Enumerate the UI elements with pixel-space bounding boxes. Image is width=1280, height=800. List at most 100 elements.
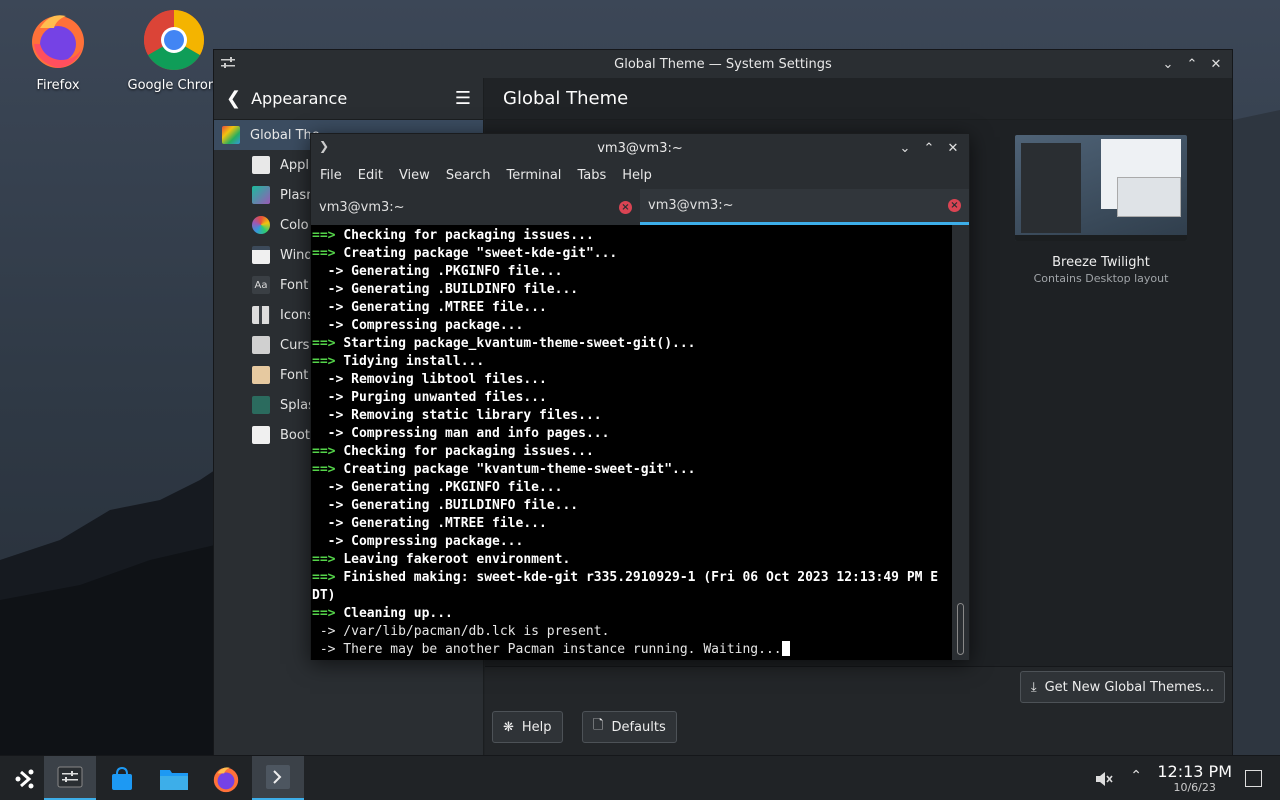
shopping-bag-icon xyxy=(112,766,132,790)
tab-label: vm3@vm3:~ xyxy=(319,199,405,215)
terminal-line: ==> Leaving fakeroot environment. xyxy=(312,552,571,567)
terminal-window: ❯ vm3@vm3:~ ⌄ ⌃ ✕ File Edit View Search … xyxy=(310,133,970,660)
page-title: Global Theme xyxy=(485,78,1232,120)
volume-muted-icon[interactable] xyxy=(1094,769,1114,789)
terminal-titlebar[interactable]: ❯ vm3@vm3:~ ⌄ ⌃ ✕ xyxy=(311,134,969,162)
terminal-app-icon: ❯ xyxy=(319,139,330,153)
help-label: Help xyxy=(521,719,552,735)
splash-screen-icon xyxy=(252,396,270,414)
taskbar-system-settings[interactable] xyxy=(44,756,96,800)
sidebar-item-label: Boot xyxy=(280,427,310,443)
terminal-tab-1[interactable]: vm3@vm3:~ × xyxy=(311,189,640,225)
minimize-button[interactable]: ⌄ xyxy=(1160,54,1176,74)
system-tray-expand-icon[interactable]: ⌃ xyxy=(1130,768,1142,784)
terminal-output[interactable]: ==> Checking for packaging issues... ==> … xyxy=(311,225,954,660)
terminal-line: DT) xyxy=(312,588,336,603)
terminal-line: -> Generating .BUILDINFO file... xyxy=(312,282,579,297)
settings-titlebar[interactable]: Global Theme — System Settings ⌄ ⌃ ✕ xyxy=(214,50,1232,78)
sidebar-item-label: Appl xyxy=(280,157,310,173)
terminal-window-title: vm3@vm3:~ xyxy=(597,140,683,156)
plasma-style-icon xyxy=(252,186,270,204)
terminal-line: ==> Starting package_kvantum-theme-sweet… xyxy=(312,336,696,351)
launcher-icon xyxy=(15,769,34,788)
terminal-line: ==> Checking for packaging issues... xyxy=(312,444,594,459)
desktop-icon-chrome[interactable]: Google Chrom xyxy=(124,8,224,93)
terminal-line: ==> Finished making: sweet-kde-git r335.… xyxy=(312,570,939,585)
sidebar-item-label: Font xyxy=(280,367,309,383)
terminal-line: -> Compressing package... xyxy=(312,318,524,333)
taskbar-terminal[interactable] xyxy=(252,756,304,800)
taskbar-file-manager[interactable] xyxy=(148,756,200,800)
terminal-line: -> Compressing man and info pages... xyxy=(312,426,610,441)
show-desktop-icon[interactable] xyxy=(1245,770,1262,787)
tab-label: vm3@vm3:~ xyxy=(648,198,734,213)
terminal-tab-2[interactable]: vm3@vm3:~ × xyxy=(640,189,969,225)
boot-splash-icon xyxy=(252,426,270,444)
folder-icon xyxy=(160,769,188,790)
terminal-line: -> Purging unwanted files... xyxy=(312,390,547,405)
menu-tabs[interactable]: Tabs xyxy=(577,168,614,183)
colors-icon xyxy=(252,216,270,234)
terminal-menubar: File Edit View Search Terminal Tabs Help xyxy=(311,162,969,189)
sidebar-item-label: Icons xyxy=(280,307,314,323)
defaults-label: Defaults xyxy=(611,719,666,735)
theme-subtitle: Contains Desktop layout xyxy=(1033,272,1169,285)
desktop-icon-label: Google Chrom xyxy=(127,78,221,93)
menu-terminal[interactable]: Terminal xyxy=(506,168,569,183)
terminal-line: -> Removing libtool files... xyxy=(312,372,547,387)
sidebar-item-label: Colo xyxy=(280,217,309,233)
tab-close-icon[interactable]: × xyxy=(948,199,961,212)
menu-view[interactable]: View xyxy=(399,168,438,183)
back-arrow-icon[interactable]: ❮ xyxy=(226,88,241,109)
terminal-line: ==> Tidying install... xyxy=(312,354,485,369)
close-button[interactable]: ✕ xyxy=(945,138,961,158)
defaults-button[interactable]: 🗋 Defaults xyxy=(582,711,677,743)
fonts-icon: Aa xyxy=(252,276,270,294)
sidebar-item-label: Wind xyxy=(280,247,313,263)
theme-card-breeze-twilight[interactable]: Breeze Twilight Contains Desktop layout xyxy=(1015,135,1187,285)
help-button[interactable]: ❋ Help xyxy=(492,711,563,743)
get-new-themes-button[interactable]: ⤓ Get New Global Themes... xyxy=(1019,671,1225,703)
hamburger-menu-icon[interactable]: ☰ xyxy=(455,88,471,109)
theme-preview-thumbnail xyxy=(1015,135,1187,241)
download-icon: ⤓ xyxy=(1030,679,1037,695)
menu-search[interactable]: Search xyxy=(446,168,499,183)
close-button[interactable]: ✕ xyxy=(1208,54,1224,74)
desktop-icon-firefox[interactable]: Firefox xyxy=(8,8,108,93)
terminal-line: ==> Checking for packaging issues... xyxy=(312,228,594,243)
sidebar-item-label: Font xyxy=(280,277,309,293)
terminal-line: -> Generating .PKGINFO file... xyxy=(312,480,563,495)
terminal-tab-bar: vm3@vm3:~ × vm3@vm3:~ × xyxy=(311,189,969,225)
maximize-button[interactable]: ⌃ xyxy=(1184,54,1200,74)
maximize-button[interactable]: ⌃ xyxy=(921,138,937,158)
taskbar: ⌃ 12:13 PM 10/6/23 xyxy=(0,755,1280,800)
terminal-line: ==> Creating package "sweet-kde-git"... xyxy=(312,246,618,261)
get-new-themes-label: Get New Global Themes... xyxy=(1044,679,1214,695)
menu-edit[interactable]: Edit xyxy=(358,168,391,183)
terminal-line: -> Compressing package... xyxy=(312,534,524,549)
firefox-icon xyxy=(32,15,84,68)
scrollbar-thumb[interactable] xyxy=(957,603,964,655)
chrome-icon xyxy=(143,9,205,71)
terminal-line: -> Removing static library files... xyxy=(312,408,602,423)
application-style-icon xyxy=(252,156,270,174)
theme-name: Breeze Twilight xyxy=(1052,255,1150,270)
digital-clock[interactable]: 12:13 PM 10/6/23 xyxy=(1157,762,1232,794)
settings-app-icon xyxy=(221,57,235,68)
window-decorations-icon xyxy=(252,246,270,264)
icons-icon xyxy=(252,306,270,324)
tab-close-icon[interactable]: × xyxy=(619,200,632,214)
terminal-line: ==> Creating package "kvantum-theme-swee… xyxy=(312,462,696,477)
cursors-icon xyxy=(252,336,270,354)
sidebar-item-label: Curs xyxy=(280,337,310,353)
system-settings-icon xyxy=(57,766,83,788)
minimize-button[interactable]: ⌄ xyxy=(897,138,913,158)
taskbar-discover[interactable] xyxy=(96,756,148,800)
settings-footer: ⤓ Get New Global Themes... ❋ Help 🗋 Defa… xyxy=(485,666,1232,756)
menu-help[interactable]: Help xyxy=(622,168,660,183)
menu-file[interactable]: File xyxy=(320,168,350,183)
taskbar-firefox[interactable] xyxy=(200,756,252,800)
terminal-scrollbar[interactable] xyxy=(952,225,969,660)
terminal-line: -> There may be another Pacman instance … xyxy=(312,641,954,659)
desktop-icon-label: Firefox xyxy=(36,78,80,93)
